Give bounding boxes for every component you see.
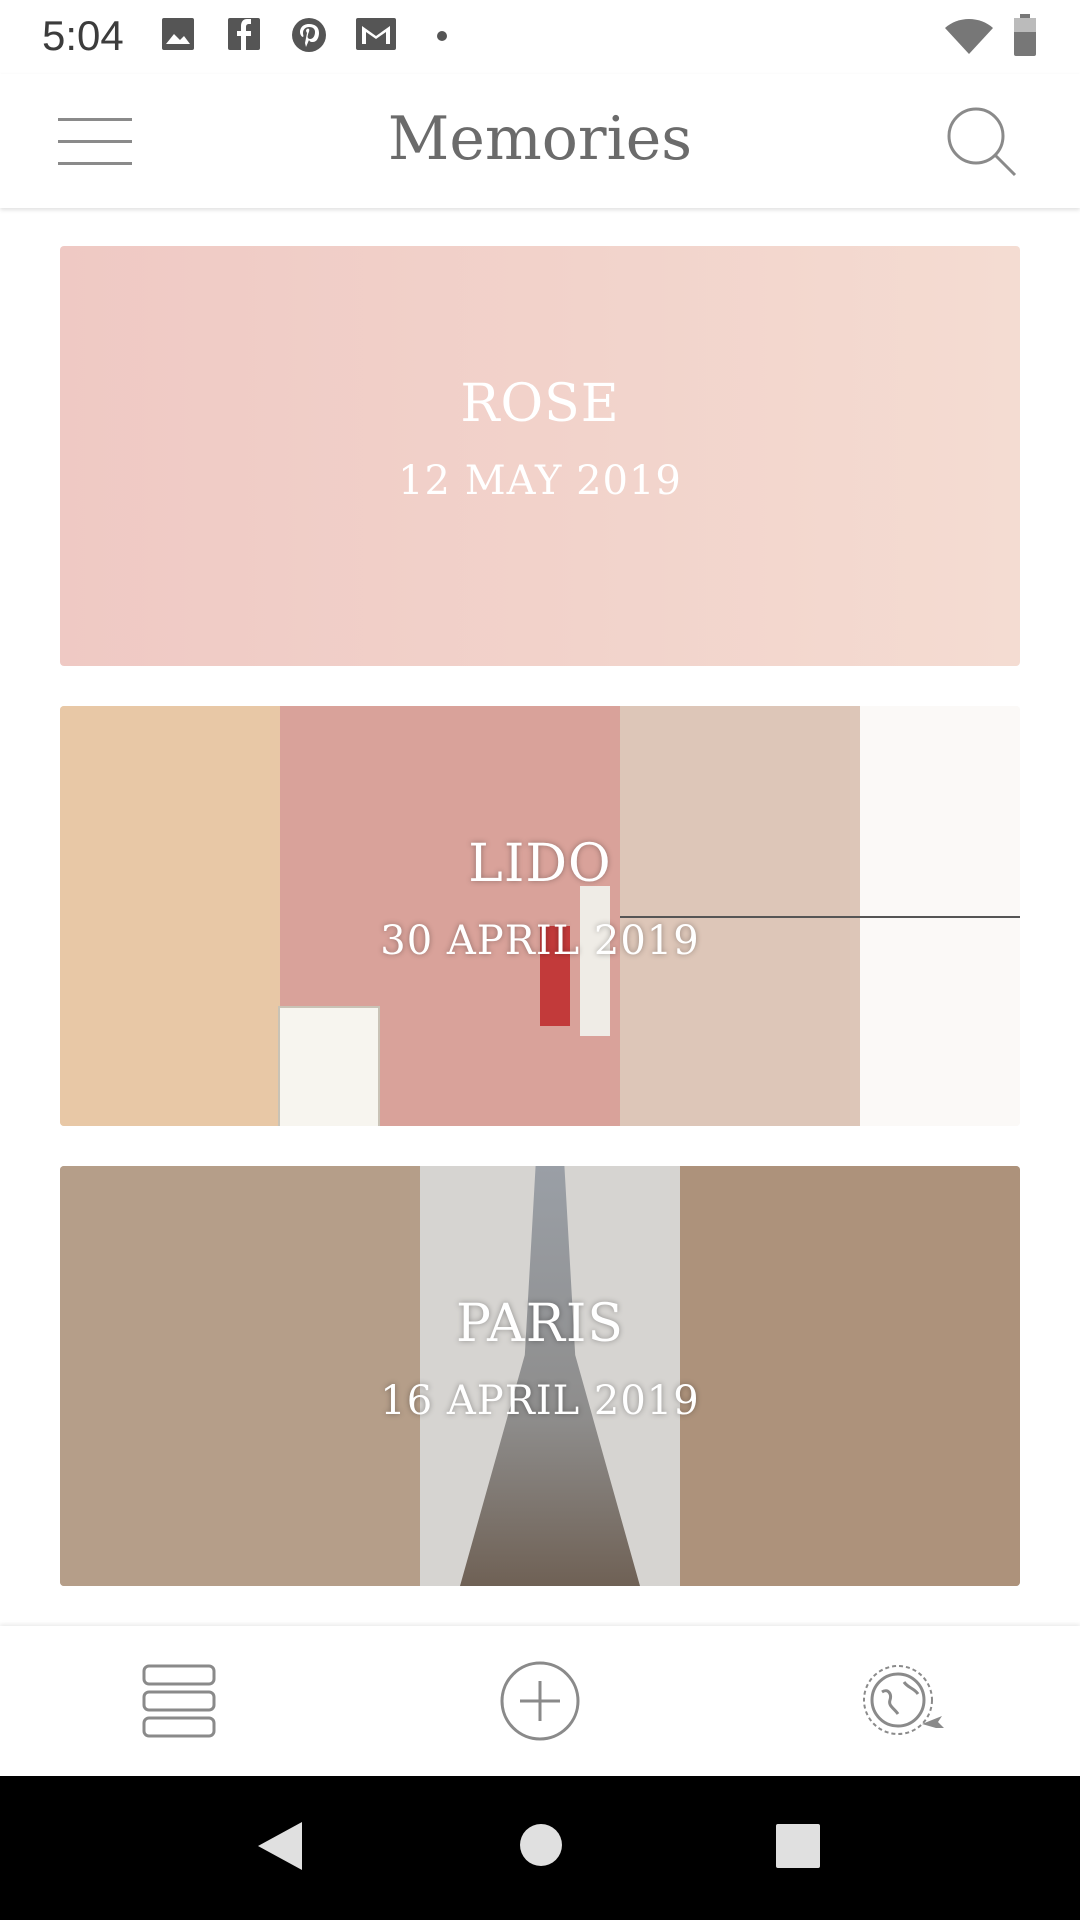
- status-time: 5:04: [42, 12, 124, 59]
- memory-card-paris[interactable]: PARIS 16 APRIL 2019: [60, 1166, 1020, 1586]
- photo-sign: [278, 1006, 380, 1126]
- globe-travel-icon[interactable]: [858, 1658, 944, 1748]
- memory-list: ROSE 12 MAY 2019 LIDO 30 APRIL 2019 PARI…: [60, 246, 1020, 1626]
- memory-title: LIDO: [468, 834, 612, 894]
- wifi-icon: [944, 18, 994, 56]
- page-title: Memories: [387, 104, 693, 174]
- memory-title: PARIS: [455, 1294, 625, 1354]
- home-icon[interactable]: [518, 1822, 564, 1872]
- search-icon[interactable]: [944, 104, 1018, 178]
- memory-date: 30 APRIL 2019: [380, 918, 700, 964]
- photo-building-right: [680, 1166, 1020, 1586]
- pinterest-icon: [290, 16, 328, 54]
- back-icon[interactable]: [256, 1820, 304, 1876]
- notification-dot-icon: [436, 30, 448, 42]
- bottom-bar: [0, 1626, 1080, 1776]
- app-bar: Memories: [0, 74, 1080, 208]
- gallery-icon: [160, 16, 196, 52]
- memory-card-rose[interactable]: ROSE 12 MAY 2019: [60, 246, 1020, 666]
- status-bar: 5:04: [0, 0, 1080, 74]
- recents-icon[interactable]: [776, 1824, 820, 1872]
- memory-title: ROSE: [460, 374, 620, 434]
- add-icon[interactable]: [499, 1660, 581, 1746]
- list-view-icon[interactable]: [142, 1664, 216, 1742]
- photo-building-left: [60, 706, 280, 1126]
- memory-date: 12 MAY 2019: [398, 458, 682, 504]
- facebook-icon: [226, 16, 262, 52]
- memory-date: 16 APRIL 2019: [380, 1378, 700, 1424]
- memory-card-lido[interactable]: LIDO 30 APRIL 2019: [60, 706, 1020, 1126]
- photo-building-left: [60, 1166, 420, 1586]
- battery-icon: [1012, 14, 1038, 56]
- gmail-icon: [354, 16, 398, 52]
- system-nav-bar: [0, 1776, 1080, 1920]
